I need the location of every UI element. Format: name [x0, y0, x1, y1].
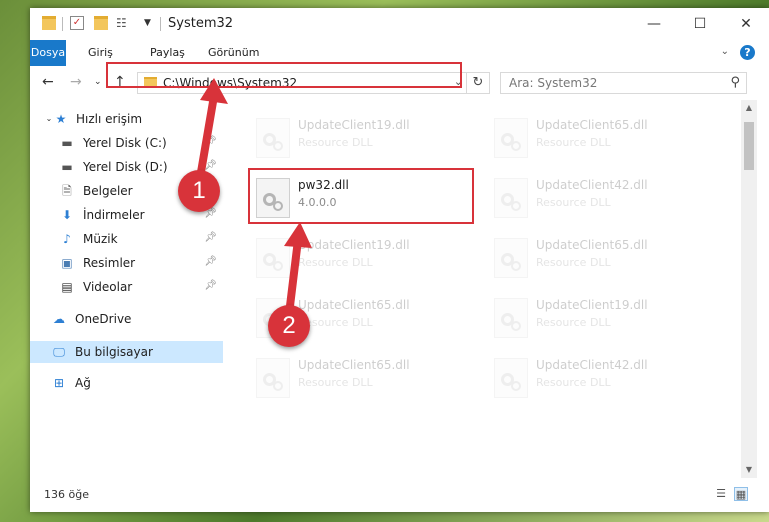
step-marker-1: 1 [178, 170, 220, 212]
step-marker-2: 2 [268, 305, 310, 347]
annotation-arrows [196, 78, 312, 310]
